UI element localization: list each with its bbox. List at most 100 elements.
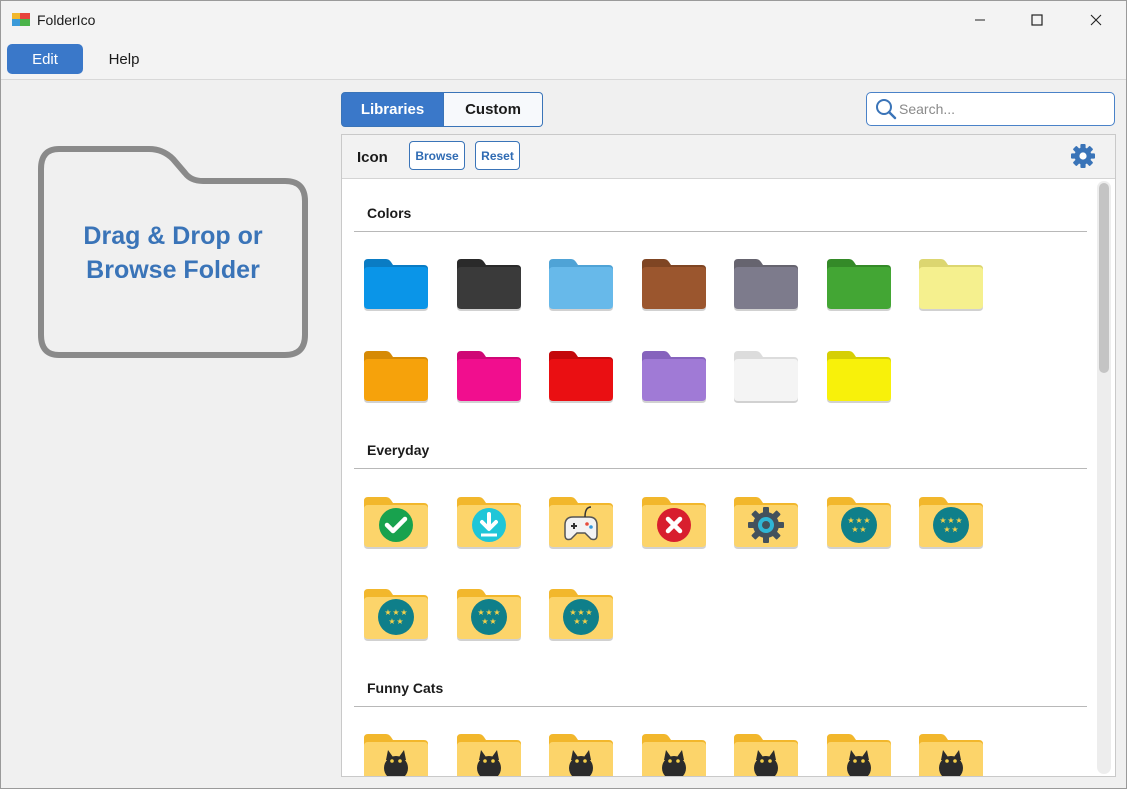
rating-folder-1-icon[interactable]: ★ ★ ★ ★ ★ <box>825 495 893 551</box>
rating-folder-4-icon[interactable]: ★ ★ ★ ★ ★ <box>455 587 523 643</box>
close-button[interactable] <box>1073 1 1119 39</box>
close-icon <box>1090 14 1102 26</box>
menu-help[interactable]: Help <box>97 44 151 74</box>
red-folder-icon[interactable] <box>547 349 615 405</box>
close-folder-icon[interactable] <box>640 495 708 551</box>
library-tabs: Libraries Custom <box>341 92 543 127</box>
black-folder-icon[interactable] <box>455 257 523 313</box>
gray-folder-svg <box>734 259 798 311</box>
svg-text:★: ★ <box>951 525 958 534</box>
blue-folder-svg <box>364 259 428 311</box>
section-divider <box>354 468 1087 469</box>
rating-folder-5-svg: ★ ★ ★★ ★ <box>549 589 613 641</box>
svg-text:★: ★ <box>477 608 484 617</box>
browse-button[interactable]: Browse <box>409 141 465 170</box>
svg-text:★: ★ <box>396 617 403 626</box>
green-folder-icon[interactable] <box>825 257 893 313</box>
svg-text:★: ★ <box>947 516 954 525</box>
section-title-funny-cats: Funny Cats <box>367 680 444 696</box>
cat-folder-7-icon[interactable] <box>917 732 985 776</box>
window-title: FolderIco <box>37 12 96 28</box>
blue-folder-icon[interactable] <box>362 257 430 313</box>
svg-text:★: ★ <box>855 516 862 525</box>
menu-bar: Edit Help <box>1 39 1126 80</box>
check-folder-svg <box>364 497 428 549</box>
cat-folder-4-icon[interactable] <box>640 732 708 776</box>
section-divider <box>354 231 1087 232</box>
light-yellow-folder-icon[interactable] <box>917 257 985 313</box>
gear-icon[interactable] <box>1069 142 1097 170</box>
dropzone-line-1: Drag & Drop or <box>83 222 263 250</box>
icon-label: Icon <box>357 149 388 166</box>
minimize-button[interactable] <box>957 1 1003 39</box>
section-title-colors: Colors <box>367 205 412 221</box>
cat-folder-1-icon[interactable] <box>362 732 430 776</box>
svg-text:★: ★ <box>569 608 576 617</box>
svg-text:★: ★ <box>847 516 854 525</box>
svg-text:★: ★ <box>943 525 950 534</box>
scrollbar-thumb[interactable] <box>1099 183 1109 373</box>
cat-folder-5-icon[interactable] <box>732 732 800 776</box>
reset-button[interactable]: Reset <box>475 141 520 170</box>
white-folder-icon[interactable] <box>732 349 800 405</box>
rating-folder-3-svg: ★ ★ ★★ ★ <box>364 589 428 641</box>
maximize-button[interactable] <box>1014 1 1060 39</box>
scrollbar[interactable] <box>1097 181 1111 774</box>
search-box[interactable] <box>866 92 1115 126</box>
orange-folder-svg <box>364 351 428 403</box>
download-folder-svg <box>456 497 521 549</box>
svg-text:★: ★ <box>955 516 962 525</box>
search-icon <box>876 99 897 120</box>
svg-text:★: ★ <box>392 608 399 617</box>
yellow-folder-icon[interactable] <box>825 349 893 405</box>
cat-folder-5-svg <box>734 734 798 776</box>
icon-library: Colors Everyday Funny Cats ★ ★ ★ ★ ★ ★ ★… <box>342 179 1102 776</box>
check-folder-icon[interactable] <box>362 495 430 551</box>
rating-folder-2-icon[interactable]: ★ ★ ★ ★ ★ <box>917 495 985 551</box>
pink-folder-icon[interactable] <box>455 349 523 405</box>
svg-text:★: ★ <box>400 608 407 617</box>
svg-text:★: ★ <box>481 617 488 626</box>
cat-folder-4-svg <box>641 734 706 776</box>
orange-folder-icon[interactable] <box>362 349 430 405</box>
app-logo-icon <box>12 13 30 26</box>
cat-folder-6-svg <box>826 734 891 776</box>
rating-folder-4-svg: ★ ★ ★★ ★ <box>456 589 521 641</box>
folder-drop-zone[interactable]: Drag & Drop or Browse Folder <box>37 145 309 359</box>
brown-folder-svg <box>641 259 706 311</box>
settings-folder-svg <box>734 497 798 549</box>
maximize-icon <box>1031 14 1043 26</box>
rating-folder-2-svg: ★ ★ ★★ ★ <box>919 497 983 549</box>
purple-folder-icon[interactable] <box>640 349 708 405</box>
download-folder-icon[interactable] <box>455 495 523 551</box>
tab-custom[interactable]: Custom <box>444 92 543 127</box>
rating-folder-1-svg: ★ ★ ★★ ★ <box>826 497 891 549</box>
gray-folder-icon[interactable] <box>732 257 800 313</box>
tab-libraries[interactable]: Libraries <box>341 92 444 127</box>
svg-text:★: ★ <box>573 617 580 626</box>
section-divider <box>354 706 1087 707</box>
red-folder-svg <box>549 351 613 403</box>
settings-folder-icon[interactable] <box>732 495 800 551</box>
rating-folder-5-icon[interactable]: ★ ★ ★ ★ ★ <box>547 587 615 643</box>
svg-text:★: ★ <box>863 516 870 525</box>
svg-text:★: ★ <box>485 608 492 617</box>
gamepad-folder-icon[interactable] <box>547 495 615 551</box>
cat-folder-2-icon[interactable] <box>455 732 523 776</box>
icon-panel: Icon Browse Reset Colors Everyday Funny … <box>341 134 1116 777</box>
svg-text:★: ★ <box>577 608 584 617</box>
cat-folder-6-icon[interactable] <box>825 732 893 776</box>
app-window: FolderIco Edit Help Drag & Drop or Brows… <box>0 0 1127 789</box>
brown-folder-icon[interactable] <box>640 257 708 313</box>
cat-folder-3-svg <box>549 734 613 776</box>
green-folder-svg <box>826 259 891 311</box>
light-blue-folder-icon[interactable] <box>547 257 615 313</box>
cat-folder-3-icon[interactable] <box>547 732 615 776</box>
menu-edit[interactable]: Edit <box>7 44 83 74</box>
purple-folder-svg <box>641 351 706 403</box>
svg-text:★: ★ <box>493 608 500 617</box>
svg-text:★: ★ <box>489 617 496 626</box>
search-input[interactable] <box>899 97 1104 121</box>
light-blue-folder-svg <box>549 259 613 311</box>
rating-folder-3-icon[interactable]: ★ ★ ★ ★ ★ <box>362 587 430 643</box>
